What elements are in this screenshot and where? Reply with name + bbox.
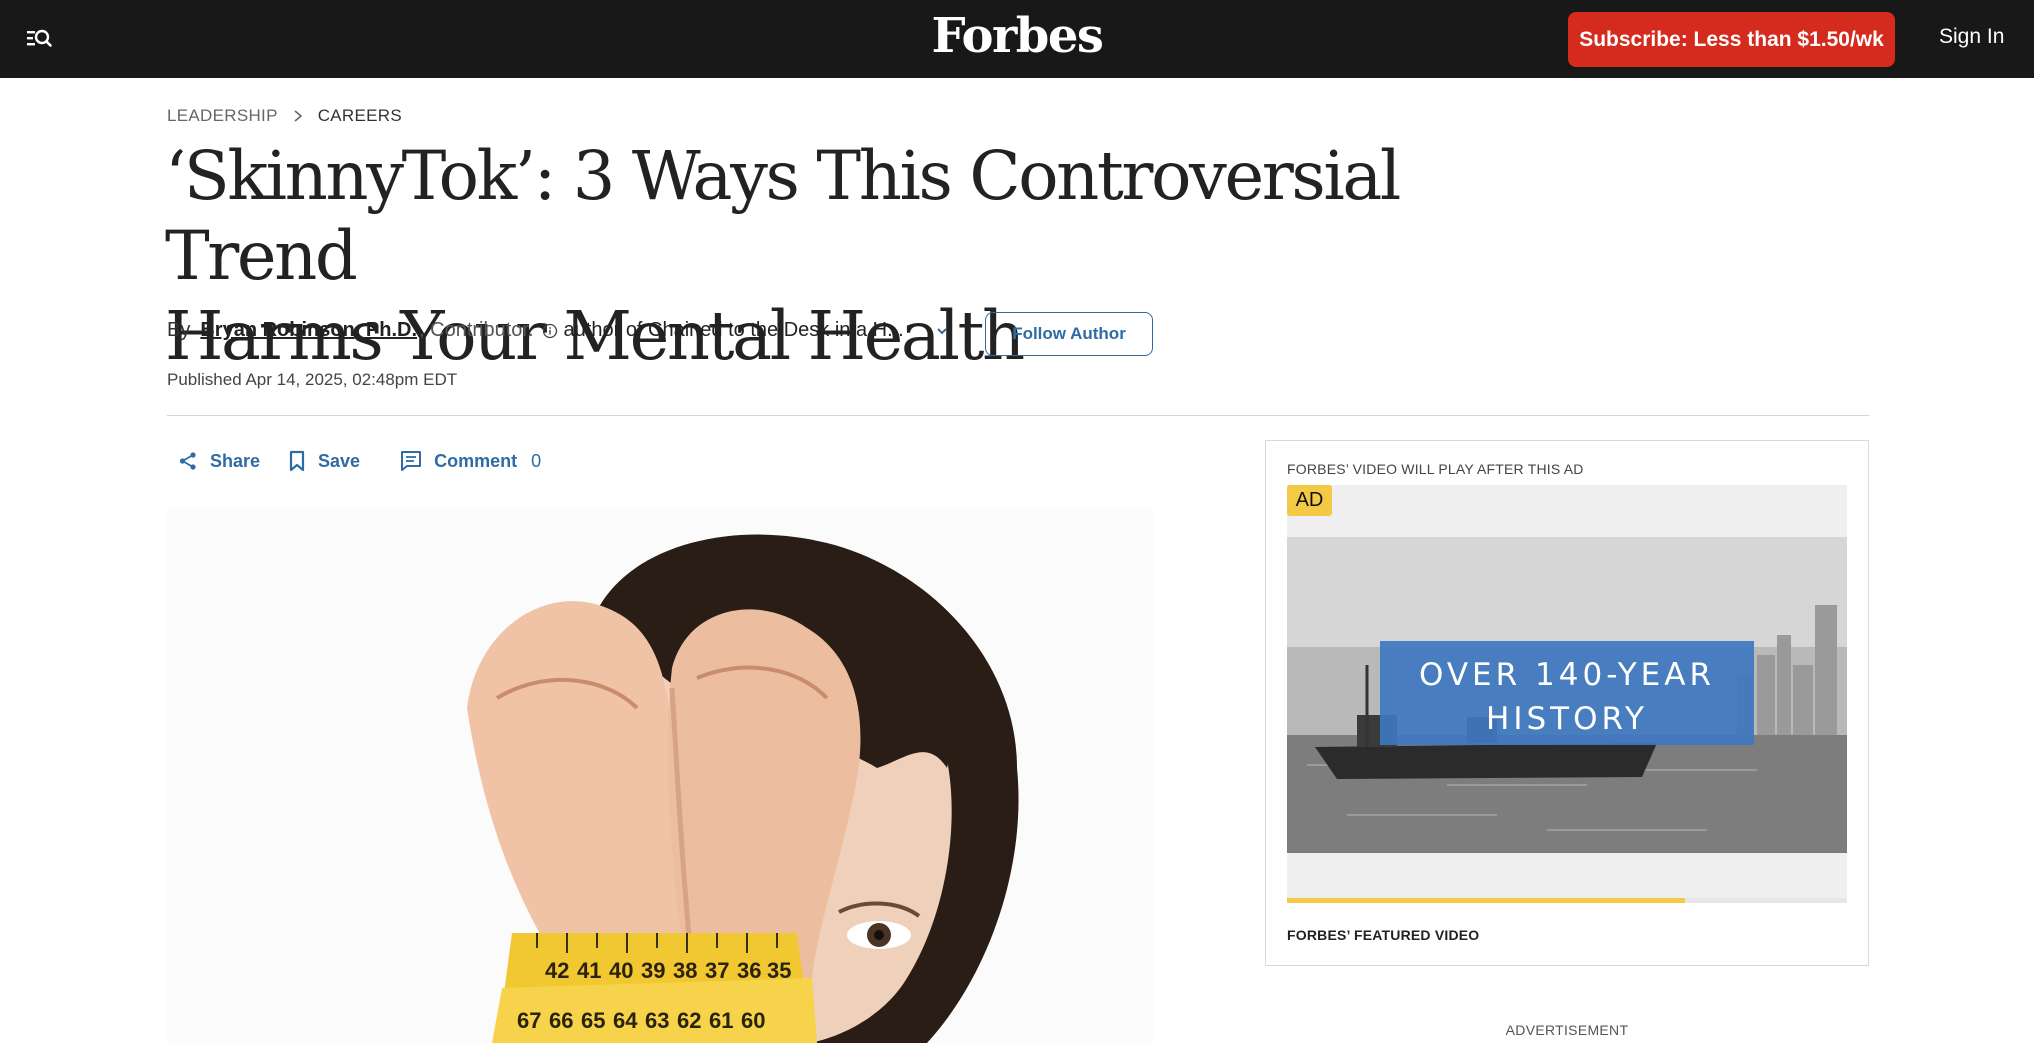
ad-badge: AD (1287, 485, 1332, 516)
featured-video-panel: FORBES’ VIDEO WILL PLAY AFTER THIS AD AD (1265, 440, 1869, 966)
svg-text:67: 67 (517, 1008, 541, 1033)
sign-in-link[interactable]: Sign In (1939, 25, 2004, 49)
svg-text:65: 65 (581, 1008, 605, 1033)
svg-text:36: 36 (737, 958, 761, 983)
chevron-down-icon[interactable] (934, 325, 950, 337)
headline-line-1: ‘SkinnyTok’: 3 Ways This Controversial T… (165, 137, 1401, 295)
video-player[interactable]: AD OVER 140-YEAR HISTORY (1287, 485, 1847, 899)
follow-author-button[interactable]: Follow Author (985, 312, 1153, 356)
comment-icon (401, 451, 422, 471)
article-actions: Share Save Comment 0 (178, 450, 541, 472)
divider (167, 415, 1869, 416)
svg-text:60: 60 (741, 1008, 765, 1033)
byline: By Bryan Robinson, Ph.D. , Contributor. … (167, 319, 950, 342)
share-icon (179, 452, 196, 470)
svg-text:38: 38 (673, 958, 697, 983)
byline-prefix: By (167, 319, 191, 341)
comment-label: Comment (434, 450, 518, 471)
breadcrumb: LEADERSHIP CAREERS (167, 106, 402, 126)
forbes-logo[interactable]: Forbes (932, 8, 1104, 64)
svg-text:66: 66 (549, 1008, 573, 1033)
author-link[interactable]: Bryan Robinson, Ph.D. (200, 319, 417, 342)
menu-search-icon[interactable] (24, 26, 54, 52)
svg-text:37: 37 (705, 958, 729, 983)
article-hero-image: 42 41 40 39 38 37 36 35 67 66 65 64 63 62 61 60 (167, 508, 1153, 1043)
info-icon[interactable] (542, 323, 558, 339)
breadcrumb-careers[interactable]: CAREERS (318, 106, 402, 126)
svg-text:40: 40 (609, 958, 633, 983)
video-progress-bar[interactable] (1287, 898, 1847, 903)
svg-text:61: 61 (709, 1008, 733, 1033)
overlay-line-2: HISTORY (1486, 701, 1648, 737)
breadcrumb-leadership[interactable]: LEADERSHIP (167, 106, 278, 126)
svg-text:35: 35 (767, 958, 791, 983)
subscribe-button[interactable]: Subscribe: Less than $1.50/wk (1568, 12, 1895, 67)
video-ad-note: FORBES’ VIDEO WILL PLAY AFTER THIS AD (1287, 461, 1584, 477)
chevron-right-icon (294, 110, 302, 122)
share-button[interactable]: Share (178, 451, 260, 472)
comment-button[interactable]: Comment 0 (400, 450, 541, 472)
svg-text:63: 63 (645, 1008, 669, 1033)
video-frame-image: OVER 140-YEAR HISTORY (1287, 485, 1847, 899)
author-role: , Contributor. (419, 319, 534, 341)
advertisement-label: ADVERTISEMENT (1505, 1022, 1629, 1038)
video-progress-fill (1287, 898, 1685, 903)
save-button[interactable]: Save (288, 450, 360, 472)
author-description: author of Chained to the Desk in a H... (563, 319, 904, 341)
svg-text:64: 64 (613, 1008, 638, 1033)
overlay-line-1: OVER 140-YEAR (1419, 657, 1715, 693)
bookmark-icon (289, 450, 305, 472)
share-label: Share (210, 450, 261, 471)
svg-text:41: 41 (577, 958, 601, 983)
video-caption: FORBES’ FEATURED VIDEO (1287, 927, 1480, 943)
comment-count: 0 (531, 450, 542, 471)
svg-text:39: 39 (641, 958, 665, 983)
save-label: Save (318, 450, 361, 471)
top-nav-bar: Forbes Subscribe: Less than $1.50/wk Sig… (0, 0, 2034, 78)
svg-text:42: 42 (545, 958, 569, 983)
published-date: Published Apr 14, 2025, 02:48pm EDT (167, 370, 458, 389)
svg-text:62: 62 (677, 1008, 701, 1033)
